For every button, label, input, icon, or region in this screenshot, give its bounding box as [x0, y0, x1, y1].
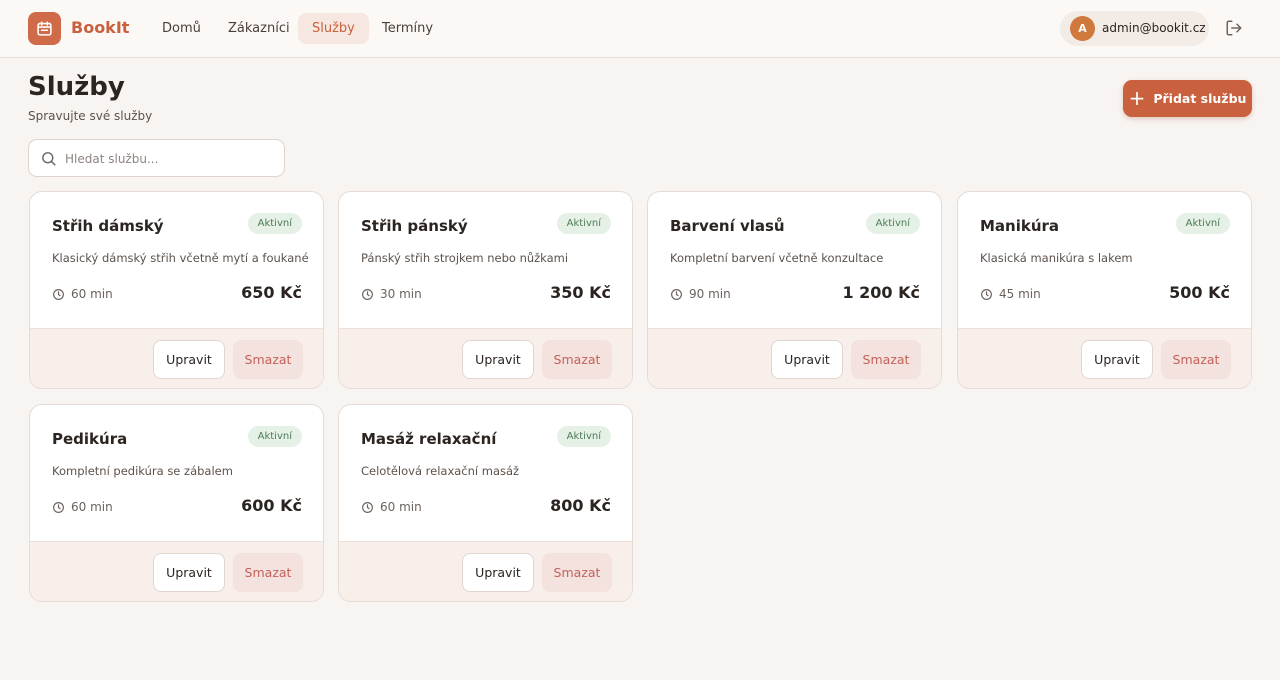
status-badge: Aktivní [556, 426, 611, 447]
edit-button[interactable]: Upravit [462, 553, 534, 592]
service-price: 350 Kč [550, 283, 611, 302]
avatar: A [1070, 16, 1095, 41]
clock-icon [980, 288, 993, 301]
edit-button[interactable]: Upravit [771, 340, 843, 379]
duration-value: 60 min [71, 287, 113, 301]
service-price: 500 Kč [1169, 283, 1230, 302]
service-card: Barvení vlasů Aktivní Kompletní barvení vč… [647, 191, 942, 389]
calendar-logo-icon[interactable] [28, 12, 61, 45]
clock-icon [670, 288, 683, 301]
delete-button[interactable]: Smazat [1161, 340, 1231, 379]
duration-value: 90 min [689, 287, 731, 301]
duration-value: 45 min [999, 287, 1041, 301]
service-card: Střih pánský Aktivní Pánský střih strojkem… [338, 191, 633, 389]
service-name: Pedikúra [52, 430, 128, 448]
search-input[interactable] [65, 148, 275, 169]
delete-button[interactable]: Smazat [233, 553, 303, 592]
delete-button[interactable]: Smazat [542, 553, 612, 592]
brand-name[interactable]: BookIt [71, 18, 129, 37]
user-menu[interactable]: A admin@bookit.cz [1060, 11, 1209, 46]
logout-icon[interactable] [1225, 19, 1245, 39]
service-card: Manikúra Aktivní Klasická manikúra s lakem… [957, 191, 1252, 389]
service-price: 600 Kč [241, 496, 302, 515]
duration-value: 60 min [71, 500, 113, 514]
service-description: Klasický dámský střih včetně mytí a fouk… [52, 251, 309, 265]
service-description: Pánský střih strojkem nebo nůžkami [361, 251, 569, 265]
service-name: Manikúra [980, 217, 1060, 235]
card-footer: Upravit Smazat [30, 541, 323, 601]
search-box[interactable] [28, 139, 285, 177]
plus-icon: + [1128, 85, 1146, 110]
nav-item-services[interactable]: Služby [298, 13, 369, 44]
service-name: Barvení vlasů [670, 217, 785, 235]
delete-button[interactable]: Smazat [233, 340, 303, 379]
status-badge: Aktivní [556, 213, 611, 234]
status-badge: Aktivní [1175, 213, 1230, 234]
delete-button[interactable]: Smazat [542, 340, 612, 379]
service-duration: 90 min [670, 287, 731, 301]
service-duration: 45 min [980, 287, 1041, 301]
user-email: admin@bookit.cz [1102, 21, 1206, 35]
service-description: Celotělová relaxační masáž [361, 464, 520, 478]
service-price: 800 Kč [550, 496, 611, 515]
service-card: Střih dámský Aktivní Klasický dámský střih… [29, 191, 324, 389]
clock-icon [52, 288, 65, 301]
service-card: Masáž relaxační Aktivní Celotělová relaxač… [338, 404, 633, 602]
edit-button[interactable]: Upravit [1081, 340, 1153, 379]
duration-value: 30 min [380, 287, 422, 301]
add-service-button[interactable]: + Přidat službu [1123, 80, 1252, 117]
status-badge: Aktivní [865, 213, 920, 234]
card-footer: Upravit Smazat [339, 328, 632, 388]
service-price: 1 200 Kč [842, 283, 920, 302]
nav-item-appointments[interactable]: Termíny [368, 13, 447, 44]
nav-item-home[interactable]: Domů [148, 13, 215, 44]
edit-button[interactable]: Upravit [153, 340, 225, 379]
service-price: 650 Kč [241, 283, 302, 302]
page-title: Služby [28, 72, 125, 102]
edit-button[interactable]: Upravit [462, 340, 534, 379]
service-duration: 60 min [361, 500, 422, 514]
service-description: Kompletní barvení včetně konzultace [670, 251, 884, 265]
nav-item-customers[interactable]: Zákazníci [214, 13, 304, 44]
service-duration: 60 min [52, 500, 113, 514]
status-badge: Aktivní [247, 213, 302, 234]
card-footer: Upravit Smazat [339, 541, 632, 601]
page-subtitle: Spravujte své služby [28, 109, 153, 123]
status-badge: Aktivní [247, 426, 302, 447]
service-name: Masáž relaxační [361, 430, 497, 448]
edit-button[interactable]: Upravit [153, 553, 225, 592]
search-icon [40, 150, 57, 171]
duration-value: 60 min [380, 500, 422, 514]
service-description: Klasická manikúra s lakem [980, 251, 1133, 265]
card-footer: Upravit Smazat [30, 328, 323, 388]
card-footer: Upravit Smazat [958, 328, 1251, 388]
top-navigation-bar: BookIt Domů Zákazníci Služby Termíny A a… [0, 0, 1280, 58]
service-name: Střih dámský [52, 217, 164, 235]
clock-icon [361, 501, 374, 514]
delete-button[interactable]: Smazat [851, 340, 921, 379]
service-name: Střih pánský [361, 217, 468, 235]
clock-icon [52, 501, 65, 514]
card-footer: Upravit Smazat [648, 328, 941, 388]
service-duration: 30 min [361, 287, 422, 301]
service-duration: 60 min [52, 287, 113, 301]
service-description: Kompletní pedikúra se zábalem [52, 464, 233, 478]
service-card: Pedikúra Aktivní Kompletní pedikúra se záb… [29, 404, 324, 602]
add-service-label: Přidat službu [1153, 91, 1247, 106]
clock-icon [361, 288, 374, 301]
